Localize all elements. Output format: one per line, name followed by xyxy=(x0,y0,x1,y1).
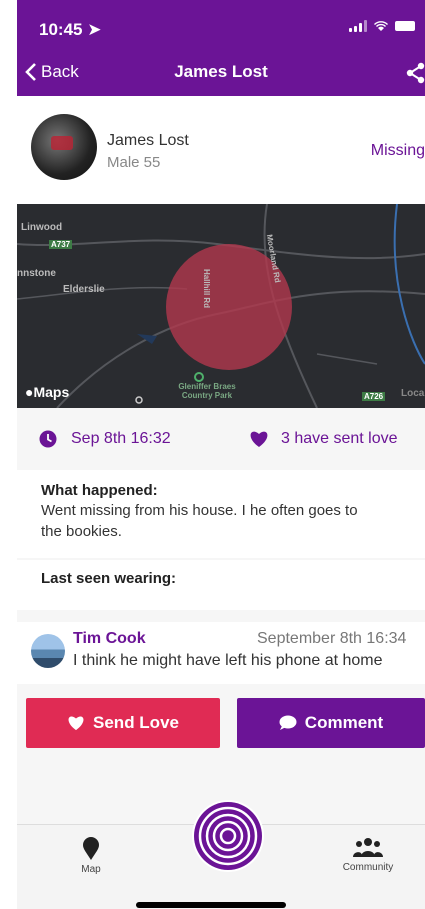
heart-icon xyxy=(250,431,268,447)
info-row: Sep 8th 16:32 3 have sent love xyxy=(17,420,425,460)
share-icon[interactable] xyxy=(405,62,425,84)
target-rings-icon xyxy=(194,802,262,870)
battery-icon xyxy=(395,21,415,31)
comment-button[interactable]: Comment xyxy=(237,698,425,748)
signal-icon xyxy=(349,20,367,32)
park-pin-icon xyxy=(194,372,204,382)
person-name: James Lost xyxy=(107,132,189,149)
reported-date: Sep 8th 16:32 xyxy=(39,430,171,448)
community-icon xyxy=(353,838,383,857)
home-indicator[interactable] xyxy=(136,902,286,908)
clock-icon xyxy=(39,430,57,448)
love-count: 3 have sent love xyxy=(249,430,398,448)
tab-map[interactable]: Map xyxy=(71,837,111,875)
page-title: James Lost xyxy=(174,62,268,81)
comment-date: September 8th 16:34 xyxy=(257,630,407,647)
status-badge: Missing xyxy=(370,142,425,159)
person-details: Male 55 xyxy=(107,154,161,171)
comment-item[interactable]: Tim Cook September 8th 16:34 I think he … xyxy=(17,622,425,684)
map-view[interactable]: Linwood A737 nnstone Elderslie Hallhill … xyxy=(17,204,425,408)
maps-logo: ●Maps xyxy=(25,384,70,400)
what-happened-section: What happened: Went missing from his hou… xyxy=(17,470,425,558)
wifi-icon xyxy=(374,21,388,31)
description-line: Went missing from his house. I he often … xyxy=(41,502,358,519)
section-title: Last seen wearing: xyxy=(41,570,177,587)
tab-community[interactable]: Community xyxy=(331,837,405,873)
avatar xyxy=(31,114,97,180)
profile-card: James Lost Male 55 Missing xyxy=(17,96,425,204)
status-icons xyxy=(349,20,415,32)
description-line: the bookies. xyxy=(41,523,122,540)
location-arrow-icon: ➤ xyxy=(87,20,102,39)
header: 10:45 ➤ Back James Lost xyxy=(17,0,425,96)
section-title: What happened: xyxy=(41,482,158,499)
commenter-name: Tim Cook xyxy=(73,630,146,647)
alert-target-button[interactable] xyxy=(192,800,264,872)
status-time: 10:45 ➤ xyxy=(39,20,102,39)
map-pin-icon xyxy=(83,837,99,860)
send-love-button[interactable]: Send Love xyxy=(26,698,220,748)
nav-bar: Back James Lost xyxy=(17,62,425,88)
commenter-avatar xyxy=(31,634,65,668)
map-roads xyxy=(17,204,425,408)
comment-text: I think he might have left his phone at … xyxy=(73,652,383,669)
speech-bubble-icon xyxy=(279,715,297,730)
app-screen: 10:45 ➤ Back James Lost James Lost Male … xyxy=(17,0,425,909)
last-seen-section: Last seen wearing: xyxy=(17,560,425,610)
heart-icon xyxy=(68,716,84,731)
